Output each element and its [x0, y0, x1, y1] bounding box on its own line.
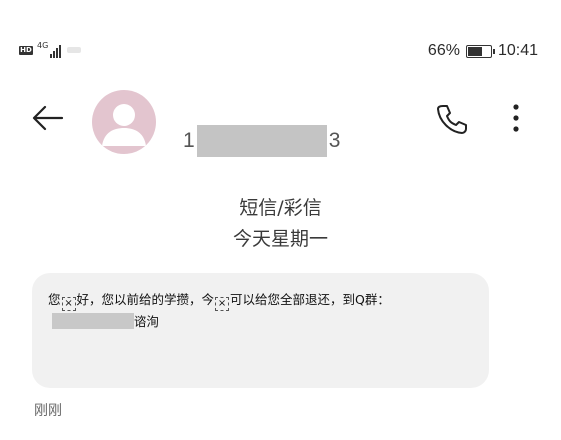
placeholder-box-icon: ×	[61, 297, 76, 311]
date-label: 今天星期一	[232, 228, 328, 250]
call-button[interactable]	[434, 101, 470, 137]
placeholder-box-icon: ×	[215, 297, 230, 311]
contact-number: 1 3	[183, 124, 340, 158]
back-arrow-icon	[32, 105, 64, 131]
battery-icon	[465, 44, 495, 58]
contact-number-suffix: 3	[328, 129, 341, 152]
more-options-button[interactable]	[504, 101, 528, 137]
message-bubble[interactable]: 您 × 好，您以前给的学攒，今 × 可以给您全部退还，到Q群： 谘洵	[32, 273, 489, 388]
signal-bar	[53, 51, 56, 58]
qq-group-redaction	[52, 313, 134, 329]
message-text: 谘洵	[134, 314, 160, 329]
network-type-label: 4G	[37, 41, 49, 50]
number-redaction	[196, 125, 327, 157]
back-button[interactable]	[30, 100, 66, 136]
message-text: 好，您以前给的学攒，今	[76, 292, 215, 307]
avatar[interactable]	[92, 90, 156, 154]
more-vertical-icon	[513, 104, 519, 132]
hd-badge: HD	[19, 45, 33, 55]
battery-percent: 66%	[427, 42, 460, 59]
status-left: HD 4G	[19, 41, 82, 58]
status-right: 66% 10:41	[428, 42, 538, 60]
clock: 10:41	[497, 42, 538, 59]
signal-bar	[59, 45, 62, 58]
message-text: 您	[48, 292, 61, 307]
signal-bar	[56, 48, 59, 58]
message-line-1: 您 × 好，您以前给的学攒，今 × 可以给您全部退还，到Q群：	[48, 289, 489, 311]
message-timestamp: 刚刚	[34, 403, 62, 419]
contact-number-prefix: 1	[183, 129, 195, 152]
battery-fill	[467, 46, 482, 56]
phone-icon	[437, 105, 467, 134]
status-bar: HD 4G 66% 10:41	[0, 0, 561, 80]
person-icon	[102, 104, 146, 146]
signal-bar	[50, 54, 53, 58]
message-line-2: 谘洵	[48, 311, 489, 333]
message-text: 可以给您全部退还，到Q群：	[230, 292, 390, 307]
status-blurred-icon	[67, 47, 82, 53]
message-type-label: 短信/彩信	[239, 197, 322, 219]
signal-icon: 4G	[37, 41, 62, 58]
